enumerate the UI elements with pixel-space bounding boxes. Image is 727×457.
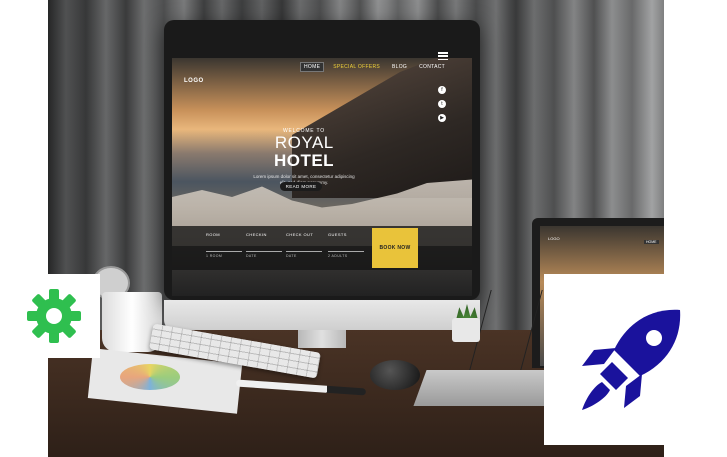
nav-item-special-offers[interactable]: SPECIAL OFFERS bbox=[330, 63, 383, 71]
hero-heading: WELCOME TO ROYAL HOTEL Lorem ipsum dolor… bbox=[252, 128, 356, 186]
hotel-name-bold: HOTEL bbox=[273, 151, 335, 170]
hotel-name: ROYAL HOTEL bbox=[252, 134, 356, 170]
rocket-card bbox=[544, 274, 719, 445]
read-more-button[interactable]: READ MORE bbox=[280, 182, 322, 191]
computer-mouse bbox=[370, 360, 420, 390]
laptop-nav-home: HOME bbox=[644, 240, 659, 244]
gear-card bbox=[8, 274, 100, 358]
twitter-icon[interactable]: t bbox=[438, 100, 446, 108]
nav-item-blog[interactable]: BLOG bbox=[389, 63, 410, 71]
site-logo[interactable]: LOGO bbox=[184, 78, 204, 84]
booking-field-guests[interactable]: GUESTS 2 ADULTS bbox=[328, 232, 364, 258]
booking-field-checkout[interactable]: CHECK OUT DATE bbox=[286, 232, 322, 258]
book-now-button[interactable]: BOOK NOW bbox=[372, 228, 418, 268]
booking-field-room[interactable]: ROOM 1 ROOM bbox=[206, 232, 242, 258]
monitor-chin bbox=[164, 300, 480, 330]
nav-item-contact[interactable]: CONTACT bbox=[416, 63, 448, 71]
plant-pot bbox=[452, 318, 480, 342]
color-wheel-sketch bbox=[120, 364, 180, 390]
hotel-name-light: ROYAL bbox=[274, 133, 334, 152]
site-nav: HOME SPECIAL OFFERS BLOG CONTACT bbox=[300, 62, 448, 72]
laptop-site-logo: LOGO bbox=[548, 236, 560, 241]
booking-field-checkin[interactable]: CHECKIN DATE bbox=[246, 232, 282, 258]
nav-item-home[interactable]: HOME bbox=[300, 62, 325, 72]
facebook-icon[interactable]: f bbox=[438, 86, 446, 94]
hamburger-menu-icon[interactable] bbox=[438, 52, 448, 60]
rocket-icon bbox=[581, 309, 680, 410]
social-links: f t ▶ bbox=[438, 86, 446, 122]
youtube-icon[interactable]: ▶ bbox=[438, 114, 446, 122]
monitor-stand bbox=[298, 330, 346, 348]
gear-icon bbox=[27, 289, 81, 343]
